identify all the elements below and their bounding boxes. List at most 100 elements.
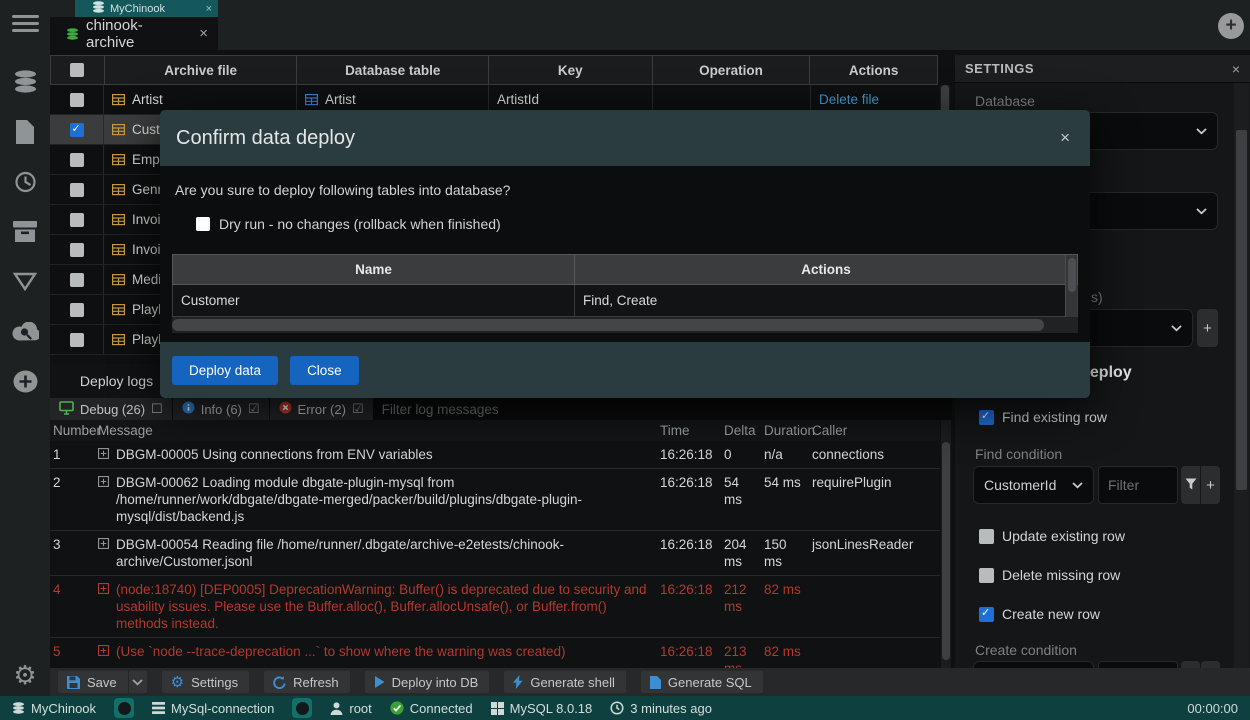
find-condition-column-select[interactable]: CustomerId [973, 466, 1094, 504]
add-condition-button[interactable] [1201, 661, 1220, 668]
col-operation[interactable]: Operation [653, 56, 811, 84]
files-icon[interactable] [15, 120, 35, 146]
check-circle-icon [390, 701, 404, 715]
tab-close-icon[interactable]: × [199, 25, 208, 42]
row-checkbox[interactable] [70, 243, 84, 257]
database-switch-icon[interactable] [114, 698, 134, 718]
statusbar-timer: 00:00:00 [1187, 701, 1238, 716]
row-checkbox[interactable] [70, 123, 84, 137]
new-tab-button[interactable]: + [1218, 13, 1244, 39]
deploy-table-header: Name Actions [172, 254, 1078, 285]
info-filter-toggle[interactable]: Info (6) ☑ [173, 398, 270, 420]
row-checkbox[interactable] [70, 333, 84, 347]
add-condition-button[interactable]: + [1201, 466, 1220, 504]
user-icon [330, 702, 343, 715]
scrollbar-thumb[interactable] [1236, 130, 1247, 490]
col-actions[interactable]: Actions [810, 56, 937, 84]
statusbar-database[interactable]: MyChinook [12, 701, 96, 716]
row-checkbox[interactable] [70, 273, 84, 287]
expand-icon[interactable] [98, 538, 109, 549]
col-database-table[interactable]: Database table [297, 56, 489, 84]
cloud-search-icon[interactable] [12, 320, 39, 346]
statusbar-refreshed[interactable]: 3 minutes ago [610, 701, 712, 716]
settings-gear-icon[interactable]: ⚙ [13, 662, 36, 688]
scrollbar-thumb[interactable] [172, 319, 1044, 331]
add-table-button[interactable]: + [1197, 309, 1218, 347]
tab-chinook-archive[interactable]: chinook-archive × [50, 17, 218, 50]
row-checkbox[interactable] [70, 153, 84, 167]
deploy-data-button[interactable]: Deploy data [172, 356, 278, 385]
expand-icon[interactable] [98, 583, 109, 594]
log-row[interactable]: 3 DBGM-00054 Reading file /home/runner/.… [50, 531, 940, 576]
filter-icon-button[interactable] [1181, 661, 1200, 668]
create-new-row-checkbox[interactable]: Create new row [979, 606, 1100, 622]
archive-file-icon [112, 153, 125, 166]
settings-button[interactable]: ⚙ Settings [162, 671, 249, 693]
left-icon-rail: ⚙ [0, 0, 50, 696]
query-icon[interactable] [13, 270, 37, 296]
row-checkbox[interactable] [70, 183, 84, 197]
log-row[interactable]: 4 (node:18740) [DEP0005] DeprecationWarn… [50, 576, 940, 638]
refresh-button[interactable]: Refresh [264, 671, 350, 693]
find-existing-row-checkbox[interactable]: Find existing row [979, 409, 1107, 425]
debug-icon [59, 401, 74, 418]
col-archive-file[interactable]: Archive file [105, 56, 298, 84]
delete-file-link[interactable]: Delete file [819, 92, 879, 107]
settings-scrollbar[interactable] [1234, 83, 1249, 668]
modal-close-icon[interactable]: × [1060, 128, 1074, 148]
archive-file-icon [112, 303, 125, 316]
generate-sql-button[interactable]: Generate SQL [641, 671, 763, 693]
deploy-table-row[interactable]: Customer Find, Create [172, 285, 1078, 317]
archive-icon[interactable] [13, 220, 37, 246]
modal-table-scrollbar[interactable] [1065, 255, 1077, 318]
find-condition-filter-input[interactable] [1098, 466, 1178, 504]
expand-icon[interactable] [98, 448, 109, 459]
error-filter-toggle[interactable]: Error (2) ☑ [270, 398, 374, 420]
find-condition-label: Find condition [975, 446, 1062, 462]
history-icon[interactable] [13, 170, 37, 196]
dry-run-checkbox-row[interactable]: Dry run - no changes (rollback when fini… [196, 216, 501, 232]
chevron-down-icon [1196, 128, 1207, 135]
tab-group-mychinook[interactable]: MyChinook × [75, 0, 218, 17]
scrollbar-thumb[interactable] [942, 442, 950, 660]
log-table-scrollbar[interactable] [941, 420, 951, 668]
modal-header: Confirm data deploy × [160, 110, 1090, 166]
error-checkbox[interactable]: ☑ [352, 401, 364, 417]
log-row[interactable]: 2 DBGM-00062 Loading module dbgate-plugi… [50, 469, 940, 531]
row-checkbox[interactable] [70, 213, 84, 227]
databases-icon[interactable] [13, 70, 38, 96]
create-condition-column-select[interactable] [973, 661, 1094, 668]
row-checkbox[interactable] [70, 93, 84, 107]
create-condition-filter-input[interactable] [1098, 661, 1178, 668]
expand-icon[interactable] [98, 645, 109, 656]
deploy-into-db-button[interactable]: Deploy into DB [365, 671, 490, 693]
log-row[interactable]: 5 (Use `node --trace-deprecation ...` to… [50, 638, 940, 668]
save-dropdown-toggle[interactable] [128, 671, 147, 693]
filter-icon-button[interactable] [1181, 466, 1200, 504]
settings-close-icon[interactable]: × [1232, 61, 1240, 77]
tab-group-close-icon[interactable]: × [206, 3, 212, 15]
close-button[interactable]: Close [290, 356, 359, 385]
expand-icon[interactable] [98, 476, 109, 487]
add-circle-icon[interactable] [13, 370, 38, 396]
log-row[interactable]: 1 DBGM-00005 Using connections from ENV … [50, 441, 940, 469]
menu-icon[interactable] [12, 12, 39, 38]
connection-switch-icon[interactable] [292, 698, 312, 718]
generate-shell-button[interactable]: Generate shell [504, 671, 626, 693]
statusbar-connection[interactable]: MySql-connection [152, 701, 274, 716]
select-all-checkbox[interactable] [70, 63, 84, 77]
modal-body: Are you sure to deploy following tables … [160, 166, 1090, 342]
delete-missing-row-checkbox[interactable]: Delete missing row [979, 567, 1120, 583]
debug-filter-toggle[interactable]: Debug (26) ☐ [50, 398, 173, 420]
save-button[interactable]: Save [58, 671, 147, 693]
debug-checkbox[interactable]: ☐ [151, 401, 163, 417]
database-icon [12, 702, 25, 714]
col-key[interactable]: Key [489, 56, 653, 84]
info-checkbox[interactable]: ☑ [248, 401, 260, 417]
modal-hscrollbar[interactable] [172, 317, 1078, 333]
partial-label: s) [1091, 289, 1103, 305]
row-checkbox[interactable] [70, 303, 84, 317]
dry-run-checkbox[interactable] [196, 217, 210, 231]
update-existing-row-checkbox[interactable]: Update existing row [979, 528, 1125, 544]
log-filter-input[interactable] [374, 398, 952, 420]
